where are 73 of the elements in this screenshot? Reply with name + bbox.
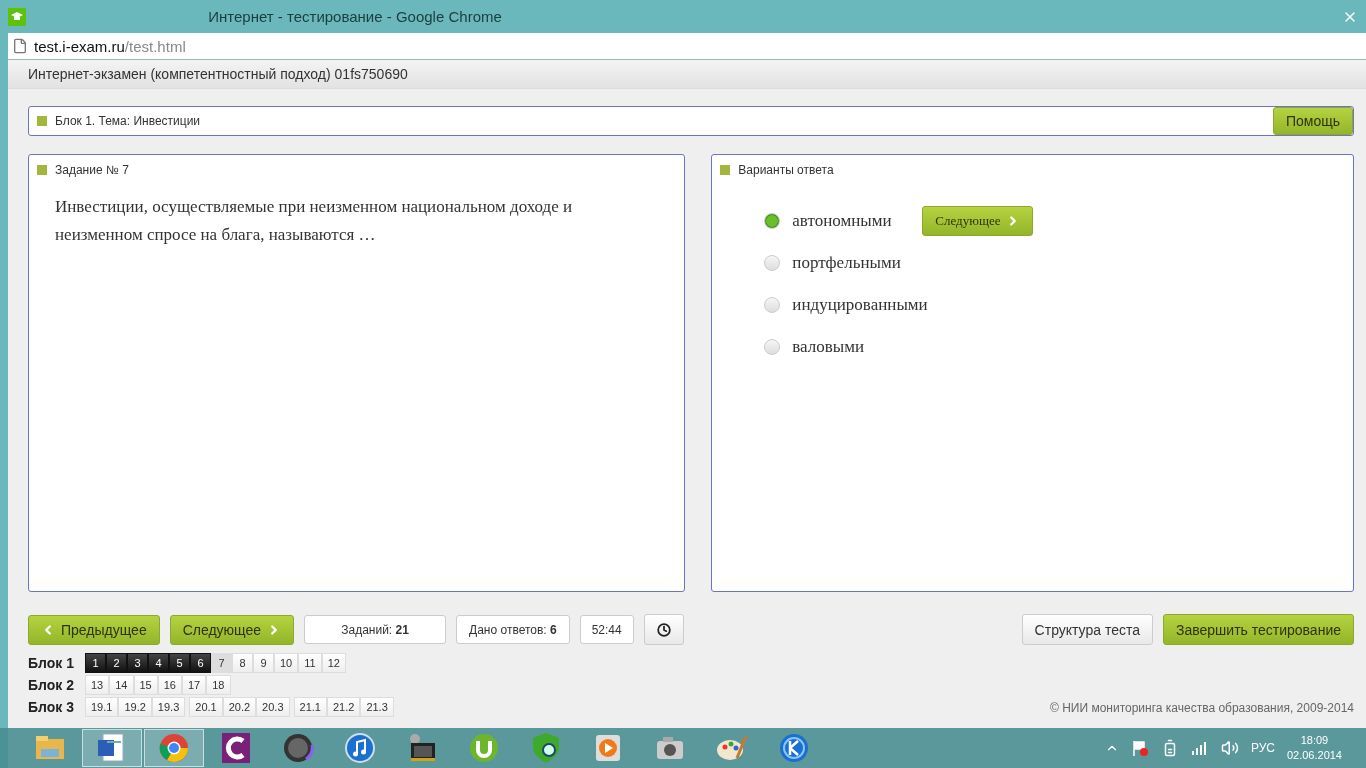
question-text: Инвестиции, осуществляемые при неизменном национальном доходе и неизменном спросе на блага, называются … <box>55 196 574 246</box>
topic-label: Блок 1. Тема: Инвестиции <box>55 114 201 128</box>
task-number-button[interactable]: 21.1 <box>293 697 327 717</box>
bullet-icon <box>720 165 731 175</box>
volume-icon[interactable] <box>1220 739 1239 757</box>
task-number-button[interactable]: 18 <box>206 675 231 695</box>
page-icon <box>12 38 28 54</box>
next-button[interactable]: Следующее <box>169 614 295 645</box>
task-number-button[interactable]: 21.3 <box>360 697 394 717</box>
task-number-button[interactable]: 19.2 <box>118 697 152 717</box>
app-logo-icon <box>8 7 26 26</box>
radio-button[interactable] <box>764 297 781 313</box>
task-number-button[interactable]: 1 <box>85 653 106 673</box>
bullet-icon <box>37 116 47 126</box>
address-bar[interactable]: test.i-exam.ru/test.html <box>8 33 1366 60</box>
music-icon <box>343 731 377 765</box>
app-icon <box>777 731 811 765</box>
task-number-button[interactable]: 5 <box>169 653 190 673</box>
clock-icon <box>656 622 671 637</box>
radio-button[interactable] <box>764 339 781 355</box>
task-number-button[interactable]: 20.3 <box>256 697 290 717</box>
signal-icon[interactable] <box>1190 741 1209 755</box>
app-icon <box>219 731 253 765</box>
next-button[interactable]: Следующее <box>922 206 1034 236</box>
answer-option[interactable]: индуцированными <box>792 295 928 315</box>
browser-icon <box>157 731 191 765</box>
task-number-button[interactable]: 8 <box>232 653 253 673</box>
block-label: Блок 1 <box>28 655 75 671</box>
task-number-button[interactable]: 20.2 <box>222 697 257 717</box>
help-button[interactable]: Помощь <box>1272 107 1353 135</box>
structure-button[interactable]: Структура теста <box>1021 614 1153 645</box>
answer-option[interactable]: автономными <box>792 211 911 231</box>
previous-button[interactable]: Предыдущее <box>28 614 160 645</box>
window-title: Интернет - тестирование - Google Chrome <box>207 8 503 25</box>
url-host: test.i-exam.ru <box>34 37 125 55</box>
task-number-button[interactable]: 15 <box>133 675 158 695</box>
block-label: Блок 3 <box>28 699 75 715</box>
bullet-icon <box>37 165 47 175</box>
task-number-button[interactable]: 2 <box>106 653 127 673</box>
answer-option[interactable]: валовыми <box>792 337 911 357</box>
copyright-text: © НИИ мониторинга качества образования, 2009-2014 <box>1049 701 1354 715</box>
task-number-button[interactable]: 11 <box>298 653 322 673</box>
answers-title: Варианты ответа <box>738 163 834 177</box>
task-number-button[interactable]: 16 <box>157 675 182 695</box>
tasks-count: Заданий: 21 <box>304 615 447 644</box>
task-number-button[interactable]: 12 <box>321 653 346 673</box>
task-number-button[interactable]: 6 <box>190 653 211 673</box>
answer-option[interactable]: портфельными <box>792 253 911 273</box>
task-number-button[interactable]: 7 <box>211 653 232 673</box>
task-number-button[interactable]: 10 <box>274 653 299 673</box>
task-number-button[interactable]: 13 <box>85 675 110 695</box>
knob-icon <box>281 731 315 765</box>
finish-button[interactable]: Завершить тестирование <box>1163 614 1354 645</box>
flag-icon[interactable] <box>1130 739 1149 757</box>
task-number-button[interactable]: 14 <box>109 675 134 695</box>
task-number-button[interactable]: 9 <box>253 653 274 673</box>
torrent-icon <box>467 731 501 765</box>
task-number-button[interactable]: 19.3 <box>151 697 186 717</box>
block-label: Блок 2 <box>28 677 75 693</box>
page-header: Интернет-экзамен (компетентностный подход) 01fs750690 <box>28 66 408 82</box>
task-number-button[interactable]: 19.1 <box>85 697 119 717</box>
url-path: /test.html <box>124 37 186 55</box>
task-title: Задание № 7 <box>55 163 129 177</box>
timer: 52:44 <box>579 615 634 644</box>
task-number-button[interactable]: 4 <box>148 653 169 673</box>
task-number-button[interactable]: 21.2 <box>326 697 361 717</box>
task-number-button[interactable]: 20.1 <box>189 697 223 717</box>
task-number-button[interactable]: 17 <box>182 675 207 695</box>
task-number-button[interactable]: 3 <box>127 653 148 673</box>
answers-count: Дано ответов: 6 <box>456 615 570 644</box>
radio-button[interactable] <box>764 255 781 271</box>
clock-button[interactable] <box>643 614 684 645</box>
radio-button[interactable] <box>764 213 781 229</box>
